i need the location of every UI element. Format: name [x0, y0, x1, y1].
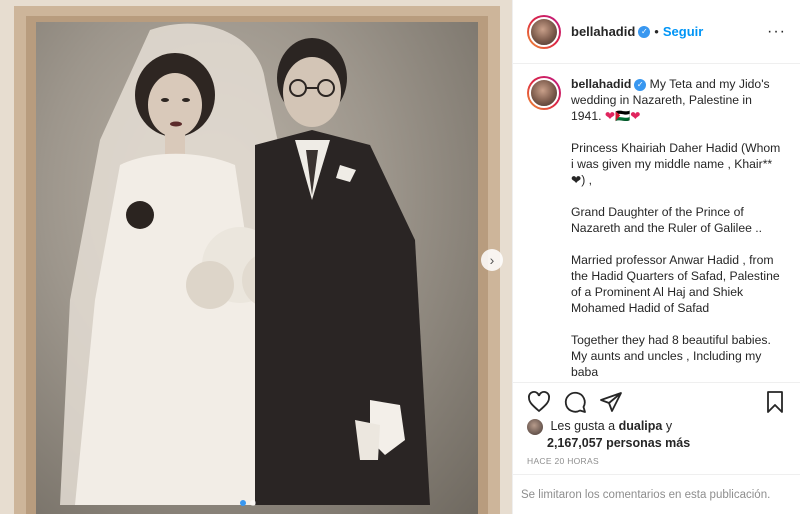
wedding-photo-illustration	[60, 23, 430, 506]
verified-badge-icon: ✓	[634, 78, 647, 91]
avatar	[529, 78, 559, 108]
username-link[interactable]: bellahadid	[571, 24, 635, 39]
liker-avatar[interactable]	[527, 418, 543, 435]
next-slide-button[interactable]: ›	[481, 249, 503, 271]
avatar-story-ring[interactable]	[527, 14, 561, 49]
caption-paragraph: Together they had 8 beautiful babies. My…	[571, 333, 771, 376]
comment-icon[interactable]	[563, 390, 587, 414]
carousel-dot	[250, 500, 256, 506]
post-media[interactable]: ›	[0, 0, 512, 514]
share-paper-plane-icon[interactable]	[599, 390, 623, 414]
caption-paragraph: Princess Khairiah Daher Hadid (Whom i wa…	[571, 141, 781, 187]
likes-count-link[interactable]: 2,167,057 personas más	[547, 436, 690, 450]
save-bookmark-icon[interactable]	[763, 390, 787, 414]
caption-area: bellahadid ✓ My Teta and my Jido's weddin…	[513, 76, 800, 376]
caption-username[interactable]: bellahadid	[571, 77, 631, 91]
comments-limited-notice: Se limitaron los comentarios en esta pub…	[513, 474, 800, 514]
carousel-dot-active	[240, 500, 246, 506]
avatar	[529, 16, 559, 47]
header-separator: •	[654, 24, 659, 39]
follow-button[interactable]: Seguir	[663, 24, 703, 39]
action-bar	[513, 382, 800, 420]
like-heart-icon[interactable]	[527, 390, 551, 414]
caption-paragraph: Married professor Anwar Hadid , from the…	[571, 253, 780, 315]
post-header: bellahadid ✓ • Seguir ···	[513, 0, 800, 64]
chevron-right-icon: ›	[489, 252, 495, 268]
liker-username-link[interactable]: dualipa	[619, 419, 663, 433]
caption-paragraph: Grand Daughter of the Prince of Nazareth…	[571, 205, 763, 235]
caption-avatar[interactable]	[527, 76, 561, 110]
more-options-icon[interactable]: ···	[767, 23, 786, 41]
post-side-panel: bellahadid ✓ • Seguir ··· bellahadid ✓ My…	[512, 0, 800, 514]
verified-badge-icon: ✓	[638, 25, 651, 38]
likes-conjunction: y	[665, 419, 673, 433]
post-timestamp[interactable]: HACE 20 HORAS	[527, 456, 599, 466]
likes-summary: Les gusta a dualipa y 2,167,057 personas…	[527, 418, 797, 451]
caption-text: bellahadid ✓ My Teta and my Jido's weddin…	[571, 76, 785, 376]
heart-flag-emoji: ❤🇵🇸❤	[604, 109, 641, 123]
carousel-indicator	[240, 500, 256, 506]
likes-prefix: Les gusta a	[550, 419, 616, 433]
